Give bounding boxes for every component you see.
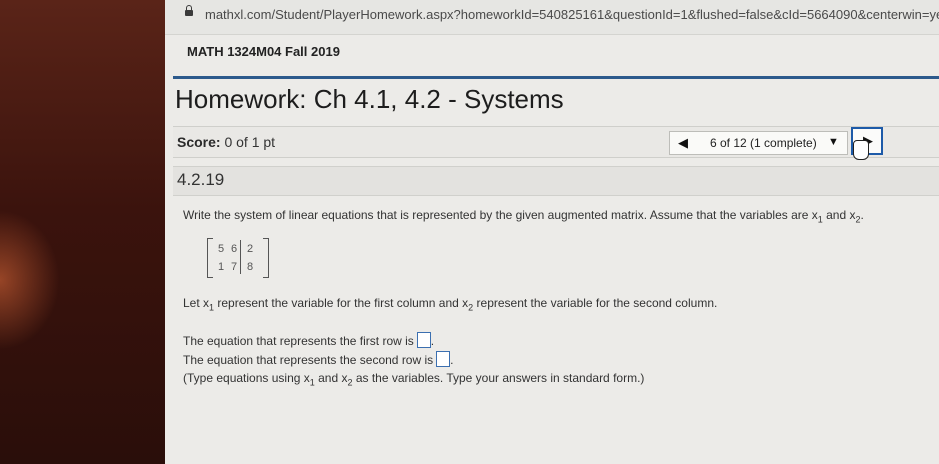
let-text-2: represent the variable for the first col…	[214, 296, 469, 310]
matrix-cell: 5	[217, 243, 225, 255]
address-bar[interactable]: mathxl.com/Student/PlayerHomework.aspx?h…	[165, 0, 939, 35]
chevron-down-icon[interactable]: ▼	[828, 136, 839, 148]
first-row-label: The equation that represents the first r…	[183, 334, 414, 348]
question-number-bar: 4.2.19	[173, 166, 939, 196]
question-selector-label[interactable]: 6 of 12 (1 complete)	[710, 136, 817, 150]
matrix-cell: 1	[217, 261, 225, 273]
previous-question-icon[interactable]: ◀	[678, 135, 688, 151]
browser-window: mathxl.com/Student/PlayerHomework.aspx?h…	[165, 0, 939, 464]
course-title: MATH 1324M04 Fall 2019	[187, 44, 340, 59]
question-number: 4.2.19	[177, 170, 225, 189]
first-row-input[interactable]	[416, 332, 431, 348]
second-row-period: .	[450, 353, 454, 367]
homework-title: Homework: Ch 4.1, 4.2 - Systems	[175, 84, 564, 114]
matrix-cell: 7	[230, 261, 238, 273]
lock-icon	[185, 5, 193, 16]
let-text-1: Let x	[183, 296, 210, 310]
augmented-matrix: 5 6 2 1 7 8	[207, 238, 269, 278]
matrix-cell: 8	[246, 261, 254, 273]
second-row-answer: The equation that represents the second …	[183, 351, 454, 367]
second-row-label: The equation that represents the second …	[183, 353, 434, 367]
hint-text-3: as the variables. Type your answers in s…	[352, 371, 645, 385]
matrix-augment-divider	[240, 240, 241, 274]
matrix-cell: 6	[230, 243, 238, 255]
first-row-answer: The equation that represents the first r…	[183, 332, 434, 348]
first-row-period: .	[430, 334, 435, 348]
hint-text-1: (Type equations using x	[183, 371, 310, 385]
answer-hint: (Type equations using x1 and x2 as the v…	[183, 371, 644, 387]
score-bar: Score: 0 of 1 pt ◀ 6 of 12 (1 complete) …	[173, 126, 939, 158]
hint-text-2: and x	[314, 371, 348, 385]
matrix-left-bracket	[207, 238, 213, 278]
desk-glow	[0, 210, 60, 350]
second-row-input[interactable]	[436, 351, 451, 367]
score-label: Score:	[177, 134, 221, 150]
matrix-cell: 2	[246, 243, 254, 255]
hand-cursor-icon	[853, 140, 869, 160]
question-instruction: Write the system of linear equations tha…	[183, 208, 864, 224]
score-value: 0 of 1 pt	[224, 134, 276, 150]
score: Score: 0 of 1 pt	[177, 134, 275, 150]
instruction-text: Write the system of linear equations tha…	[183, 208, 818, 222]
variable-definition: Let x1 represent the variable for the fi…	[183, 296, 717, 312]
matrix-right-bracket	[263, 238, 269, 278]
let-text-3: represent the variable for the second co…	[473, 296, 718, 310]
question-navigator[interactable]: ◀ 6 of 12 (1 complete) ▼	[669, 131, 848, 155]
url-text[interactable]: mathxl.com/Student/PlayerHomework.aspx?h…	[205, 7, 939, 22]
instruction-end: .	[860, 208, 864, 222]
header-divider	[173, 76, 939, 79]
instruction-and: and x	[822, 208, 856, 222]
